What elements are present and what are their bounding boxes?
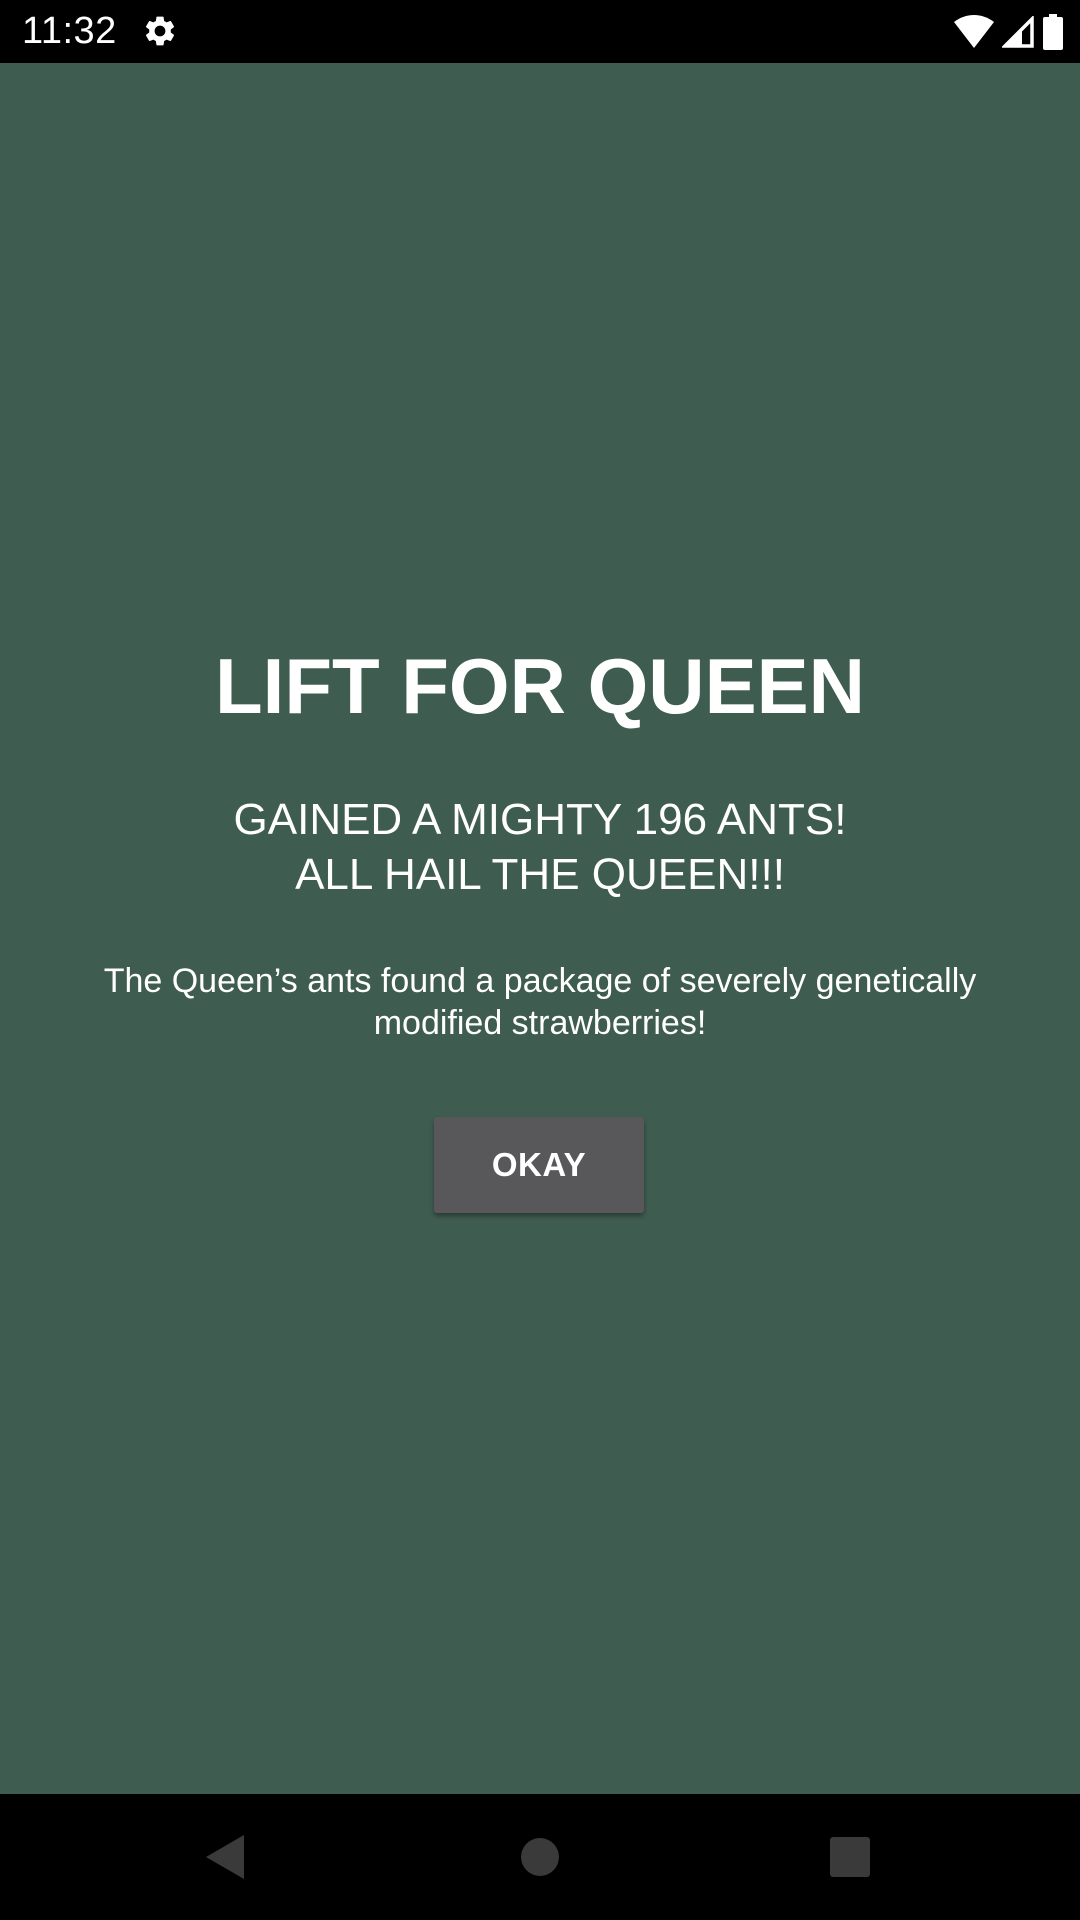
gear-icon (142, 13, 178, 49)
status-bar: 11:32 (0, 0, 1080, 63)
result-screen: LIFT FOR QUEEN GAINED A MIGHTY 196 ANTS!… (0, 63, 1080, 1794)
battery-icon (1042, 14, 1064, 50)
navigation-bar (0, 1794, 1080, 1920)
status-time: 11:32 (22, 10, 117, 52)
home-icon[interactable] (508, 1825, 572, 1889)
okay-button[interactable]: OKAY (434, 1117, 644, 1213)
back-icon[interactable] (194, 1825, 258, 1889)
page-title: LIFT FOR QUEEN (215, 642, 865, 730)
result-message-line-2: ALL HAIL THE QUEEN!!! (295, 850, 785, 899)
event-description: The Queen’s ants found a package of seve… (103, 962, 977, 1042)
wifi-icon (954, 15, 994, 49)
phone-screen: 11:32 LIFT FOR QUEEN GAINED A MIGHTY 196… (0, 0, 1080, 1920)
result-message: GAINED A MIGHTY 196 ANTS! ALL HAIL THE Q… (0, 792, 1080, 902)
cellular-signal-icon (1002, 16, 1034, 48)
status-icons (954, 12, 1064, 52)
result-message-line-1: GAINED A MIGHTY 196 ANTS! (233, 795, 847, 844)
recents-icon[interactable] (818, 1825, 882, 1889)
